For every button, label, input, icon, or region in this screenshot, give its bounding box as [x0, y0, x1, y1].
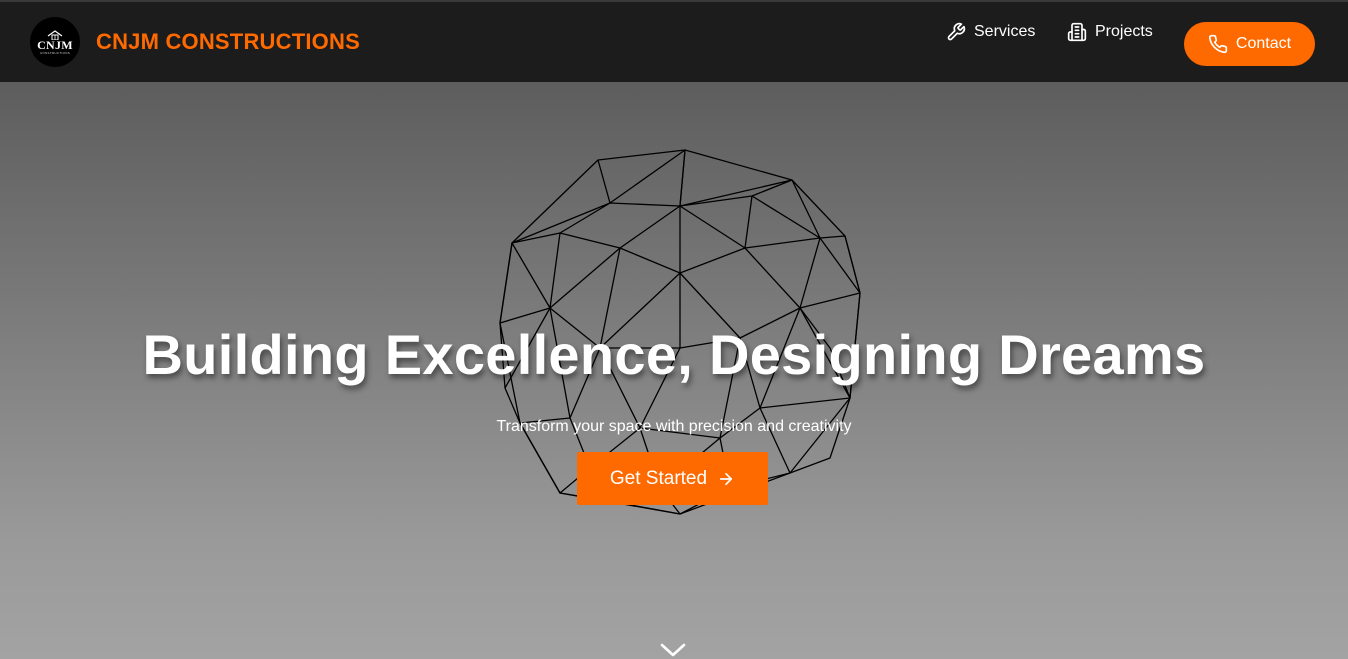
nav-services-label: Services [974, 23, 1036, 40]
phone-icon [1208, 34, 1228, 54]
logo: CNJM CONSTRUCTIONS [30, 17, 80, 67]
hero-subtitle: Transform your space with precision and … [496, 418, 852, 435]
brand-name: CNJM CONSTRUCTIONS [96, 29, 360, 54]
get-started-button[interactable]: Get Started [577, 452, 768, 505]
hero-section: Building Excellence, Designing Dreams Tr… [0, 82, 1348, 659]
navbar: CNJM CONSTRUCTIONS CNJM CONSTRUCTIONS Se… [0, 0, 1348, 82]
contact-button-label: Contact [1235, 35, 1292, 52]
contact-button[interactable]: Contact [1184, 22, 1315, 66]
logo-text: CNJM [37, 37, 73, 52]
nav-projects-label: Projects [1095, 23, 1153, 40]
chevron-down-icon[interactable] [660, 643, 686, 659]
get-started-label: Get Started [609, 467, 708, 489]
nav-projects-link[interactable]: Projects [1067, 20, 1153, 44]
building-icon [1067, 22, 1087, 42]
nav-services-link[interactable]: Services [946, 20, 1035, 44]
wrench-icon [946, 22, 966, 42]
hero-title: Building Excellence, Designing Dreams [142, 323, 1206, 386]
brand-link[interactable]: CNJM CONSTRUCTIONS CNJM CONSTRUCTIONS [30, 17, 360, 67]
logo-subtext: CONSTRUCTIONS [39, 50, 71, 55]
arrow-right-icon [717, 470, 735, 488]
